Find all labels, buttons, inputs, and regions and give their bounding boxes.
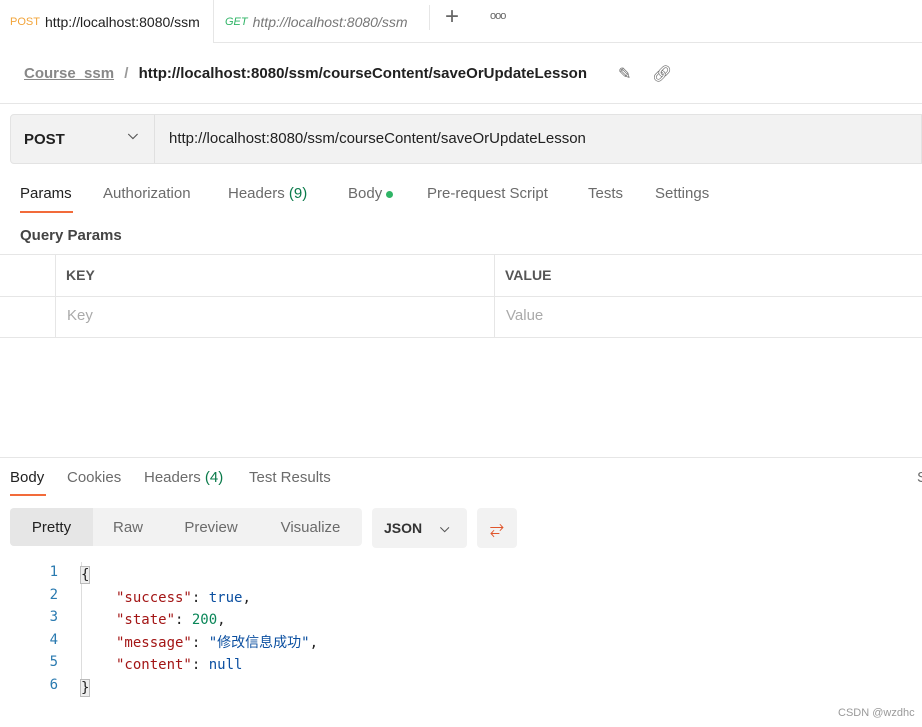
more-icon[interactable]: ooo xyxy=(490,10,506,22)
view-raw[interactable]: Raw xyxy=(93,508,163,546)
tab-settings[interactable]: Settings xyxy=(655,185,709,202)
chevron-down-icon: ⌵ xyxy=(128,127,138,142)
breadcrumb: Course_ssm / http://localhost:8080/ssm/c… xyxy=(24,65,588,82)
view-visualize[interactable]: Visualize xyxy=(259,508,362,546)
tab-body[interactable]: Body xyxy=(348,185,394,202)
watermark: CSDN @wzdhc xyxy=(838,707,915,719)
response-tab-cookies[interactable]: Cookies xyxy=(67,469,121,486)
request-name: http://localhost:8080/ssm/courseContent/… xyxy=(138,65,588,82)
breadcrumb-collection[interactable]: Course_ssm xyxy=(24,65,114,82)
tab-url: http://localhost:8080/ssm xyxy=(44,13,200,30)
plus-icon[interactable]: + xyxy=(445,3,459,31)
key-input[interactable]: Key xyxy=(67,307,93,324)
chevron-down-icon: ⌵ xyxy=(440,520,450,535)
response-body: { "success": true, "state": 200, "messag… xyxy=(80,566,319,697)
column-header-value: VALUE xyxy=(505,267,552,283)
view-preview[interactable]: Preview xyxy=(163,508,259,546)
response-status-truncated: S xyxy=(917,469,922,486)
tab-post-request[interactable]: POST http://localhost:8080/ssm xyxy=(10,0,212,43)
format-select[interactable]: JSON ⌵ xyxy=(372,508,467,548)
url-input[interactable]: http://localhost:8080/ssm/courseContent/… xyxy=(169,130,586,147)
view-pretty[interactable]: Pretty xyxy=(10,508,93,546)
tab-url: http://localhost:8080/ssm xyxy=(252,13,408,30)
view-mode-group: Pretty Raw Preview Visualize xyxy=(10,508,362,546)
method-badge: GET xyxy=(225,15,248,28)
tab-authorization[interactable]: Authorization xyxy=(103,185,191,202)
method-select[interactable]: POST ⌵ xyxy=(11,115,155,163)
query-params-title: Query Params xyxy=(20,227,122,244)
modified-dot-icon xyxy=(386,190,394,198)
response-tab-body[interactable]: Body xyxy=(10,469,44,486)
tab-get-request[interactable]: GET http://localhost:8080/ssm xyxy=(225,0,417,43)
tab-headers[interactable]: Headers (9) xyxy=(228,185,307,202)
pencil-icon[interactable]: ✎ xyxy=(618,64,631,84)
link-icon[interactable]: 🔗︎ xyxy=(652,64,672,84)
response-tab-headers[interactable]: Headers (4) xyxy=(144,469,223,486)
response-tab-test-results[interactable]: Test Results xyxy=(249,469,331,486)
column-header-key: KEY xyxy=(66,267,95,283)
tab-tests[interactable]: Tests xyxy=(588,185,623,202)
tab-pre-request-script[interactable]: Pre-request Script xyxy=(427,185,548,202)
wrap-lines-icon[interactable]: ⥂ xyxy=(477,508,517,548)
request-bar: POST ⌵ http://localhost:8080/ssm/courseC… xyxy=(10,114,922,164)
method-badge: POST xyxy=(10,15,40,28)
value-input[interactable]: Value xyxy=(506,307,543,324)
tab-params[interactable]: Params xyxy=(20,185,72,202)
